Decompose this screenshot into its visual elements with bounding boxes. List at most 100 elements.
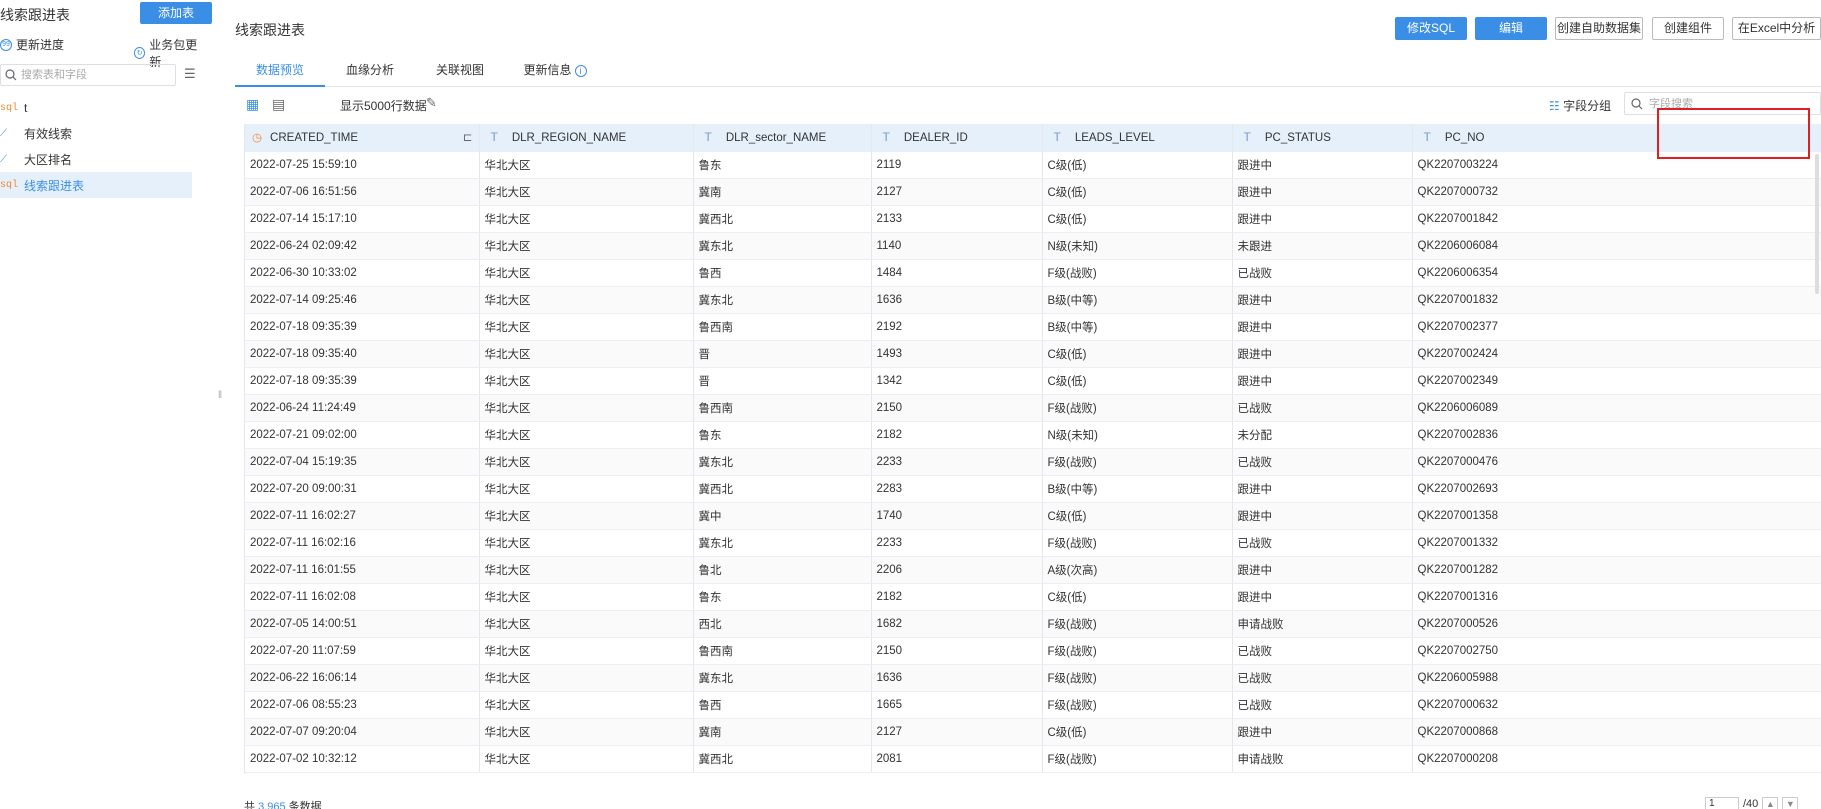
table-cell: 1493	[871, 340, 1043, 368]
table-cell: QK2207002424	[1412, 340, 1821, 368]
tab-update-info[interactable]: 更新信息 i	[505, 56, 605, 87]
sql-icon: sql	[0, 179, 19, 191]
table-cell: 晋	[693, 367, 872, 395]
line-chart-icon: ⟋	[0, 153, 7, 165]
column-header[interactable]: T DLR_sector_NAME	[693, 124, 872, 152]
table-cell: 鲁东	[693, 421, 872, 449]
table-row[interactable]: 2022-06-30 10:33:02 华北大区 鲁西 1484 F级(战败) 已战败 QK…	[245, 259, 1821, 287]
grid-view-icon[interactable]: ▦	[246, 96, 262, 112]
page-input[interactable]: 1	[1705, 797, 1739, 809]
table-cell: 华北大区	[479, 259, 694, 287]
filter-icon[interactable]: ☰	[184, 66, 202, 84]
tab-label: 更新信息	[523, 63, 572, 77]
table-cell: F级(战败)	[1042, 448, 1233, 476]
tab-related-view[interactable]: 关联视图	[415, 56, 505, 87]
table-cell: 2022-06-30 10:33:02	[245, 259, 480, 287]
table-row[interactable]: 2022-07-20 11:07:59 华北大区 鲁西南 2150 F级(战败) 已战败 Q…	[245, 637, 1821, 665]
table-row[interactable]: 2022-07-21 09:02:00 华北大区 鲁东 2182 N级(未知) 未分配 QK…	[245, 421, 1821, 449]
tab-bar: 数据预览 血缘分析 关联视图 更新信息 i	[235, 56, 1821, 87]
table-cell: QK2207002349	[1412, 367, 1821, 395]
table-cell: 2022-07-07 09:20:04	[245, 718, 480, 746]
table-row[interactable]: 2022-06-24 11:24:49 华北大区 鲁西南 2150 F级(战败) 已战败 Q…	[245, 394, 1821, 422]
table-cell: 2022-07-14 15:17:10	[245, 205, 480, 233]
table-row[interactable]: 2022-07-06 16:51:56 华北大区 冀南 2127 C级(低) 跟进中 QK2…	[245, 178, 1821, 206]
table-cell: 2182	[871, 583, 1043, 611]
table-row[interactable]: 2022-07-18 09:35:40 华北大区晋 1493 C级(低) 跟进中 QK22…	[245, 340, 1821, 368]
column-header[interactable]: T DEALER_ID	[871, 124, 1043, 152]
sidebar-item[interactable]: ⟋ 大区排名	[0, 146, 192, 172]
tab-lineage[interactable]: 血缘分析	[325, 56, 415, 87]
table-cell: B级(中等)	[1042, 313, 1233, 341]
table-cell: 华北大区	[479, 745, 694, 773]
sidebar-item[interactable]: ⟋ 有效线索	[0, 120, 192, 146]
chevron-down-icon[interactable]: ▼	[1782, 797, 1799, 809]
update-progress-button[interactable]: 99 更新进度	[0, 36, 64, 53]
column-pin-icon[interactable]: ⊏	[463, 130, 473, 144]
table-cell: 冀东北	[693, 286, 872, 314]
table-body: 2022-07-25 15:59:10 华北大区 鲁东 2119 C级(低) 跟进中 QK2…	[245, 151, 1821, 773]
table-cell: 2022-07-06 16:51:56	[245, 178, 480, 206]
table-row[interactable]: 2022-07-05 14:00:51 华北大区 西北 1682 F级(战败) 申请战败 Q…	[245, 610, 1821, 638]
table-row[interactable]: 2022-07-18 09:35:39 华北大区晋 1342 C级(低) 跟进中 QK22…	[245, 367, 1821, 395]
create-dataset-button[interactable]: 创建自助数据集	[1555, 17, 1643, 40]
table-row[interactable]: 2022-07-11 16:01:55 华北大区 鲁北 2206 A级(次高) 跟进中 QK…	[245, 556, 1821, 584]
table-cell: B级(中等)	[1042, 475, 1233, 503]
table-row[interactable]: 2022-06-24 02:09:42 华北大区 冀东北 1140 N级(未知) 未跟进 Q…	[245, 232, 1821, 260]
add-table-button[interactable]: 添加表	[140, 2, 212, 24]
table-cell: 跟进中	[1232, 583, 1413, 611]
table-cell: 已战败	[1232, 394, 1413, 422]
table-cell: 2150	[871, 637, 1043, 665]
modify-sql-button[interactable]: 修改SQL	[1395, 17, 1467, 40]
table-cell: 1484	[871, 259, 1043, 287]
table-row[interactable]: 2022-07-11 16:02:08 华北大区 鲁东 2182 C级(低) 跟进中 QK2…	[245, 583, 1821, 611]
chevron-up-icon[interactable]: ▲	[1762, 797, 1779, 809]
table-row[interactable]: 2022-07-02 10:32:12 华北大区 冀西北 2081 F级(战败) 申请战败…	[245, 745, 1821, 773]
excel-analysis-button[interactable]: 在Excel中分析	[1732, 17, 1821, 40]
table-row[interactable]: 2022-07-14 09:25:46 华北大区 冀东北 1636 B级(中等) 跟进中 Q…	[245, 286, 1821, 314]
table-row[interactable]: 2022-07-20 09:00:31 华北大区 冀西北 2283 B级(中等) 跟进中 Q…	[245, 475, 1821, 503]
table-row[interactable]: 2022-06-22 16:06:14 华北大区 冀东北 1636 F级(战败) 已战败 Q…	[245, 664, 1821, 692]
table-cell: F级(战败)	[1042, 529, 1233, 557]
column-header[interactable]: T DLR_REGION_NAME	[479, 124, 694, 152]
table-cell: 冀东北	[693, 232, 872, 260]
table-cell: 已战败	[1232, 259, 1413, 287]
table-cell: 华北大区	[479, 367, 694, 395]
field-group-icon: ☷	[1549, 99, 1560, 113]
table-toolbar: ▦ ▤ 显示5000行数据 ✎ ☷ 字段分组	[244, 92, 1821, 118]
table-row[interactable]: 2022-07-04 15:19:35 华北大区 冀东北 2233 F级(战败) 已战败 Q…	[245, 448, 1821, 476]
edit-button[interactable]: 编辑	[1475, 17, 1547, 40]
table-row[interactable]: 2022-07-11 16:02:27 华北大区 冀中 1740 C级(低) 跟进中 QK2…	[245, 502, 1821, 530]
table-cell: 2233	[871, 529, 1043, 557]
column-header[interactable]: T LEADS_LEVEL	[1042, 124, 1233, 152]
table-cell: 跟进中	[1232, 205, 1413, 233]
sidebar-search-box[interactable]	[0, 64, 176, 86]
table-cell: 2022-07-18 09:35:39	[245, 313, 480, 341]
vertical-scrollbar[interactable]	[1815, 154, 1819, 294]
field-group-button[interactable]: ☷ 字段分组	[1549, 97, 1611, 114]
tab-data-preview[interactable]: 数据预览	[235, 56, 325, 87]
table-row[interactable]: 2022-07-07 09:20:04 华北大区 冀南 2127 C级(低) 跟进中 QK2…	[245, 718, 1821, 746]
table-cell: C级(低)	[1042, 178, 1233, 206]
column-header[interactable]: ◷ CREATED_TIME ⊏	[245, 124, 480, 152]
table-cell: B级(中等)	[1042, 286, 1233, 314]
table-row[interactable]: 2022-07-18 09:35:39 华北大区 鲁西南 2192 B级(中等) 跟进中 Q…	[245, 313, 1821, 341]
table-footer: 共 3,965 条数据	[244, 798, 322, 809]
table-cell: 未跟进	[1232, 232, 1413, 260]
table-row[interactable]: 2022-07-14 15:17:10 华北大区 冀西北 2133 C级(低) 跟进中 QK…	[245, 205, 1821, 233]
edit-pencil-icon[interactable]: ✎	[426, 95, 437, 111]
column-header[interactable]: T PC_STATUS	[1232, 124, 1413, 152]
sidebar-search-input[interactable]	[21, 69, 161, 81]
sidebar-item[interactable]: sql t	[0, 95, 192, 121]
table-row[interactable]: 2022-07-25 15:59:10 华北大区 鲁东 2119 C级(低) 跟进中 QK2…	[245, 151, 1821, 179]
detail-view-icon[interactable]: ▤	[272, 96, 288, 112]
table-cell: 2150	[871, 394, 1043, 422]
table-row[interactable]: 2022-07-06 08:55:23 华北大区 鲁西 1665 F级(战败) 已战败 QK…	[245, 691, 1821, 719]
table-cell: 鲁西南	[693, 637, 872, 665]
table-row[interactable]: 2022-07-11 16:02:16 华北大区 冀东北 2233 F级(战败) 已战败 Q…	[245, 529, 1821, 557]
table-cell: QK2207000732	[1412, 178, 1821, 206]
table-cell: F级(战败)	[1042, 691, 1233, 719]
sidebar-item[interactable]: sql 线索跟进表	[0, 172, 192, 198]
create-component-button[interactable]: 创建组件	[1652, 17, 1724, 40]
table-cell: F级(战败)	[1042, 637, 1233, 665]
table-cell: 未分配	[1232, 421, 1413, 449]
